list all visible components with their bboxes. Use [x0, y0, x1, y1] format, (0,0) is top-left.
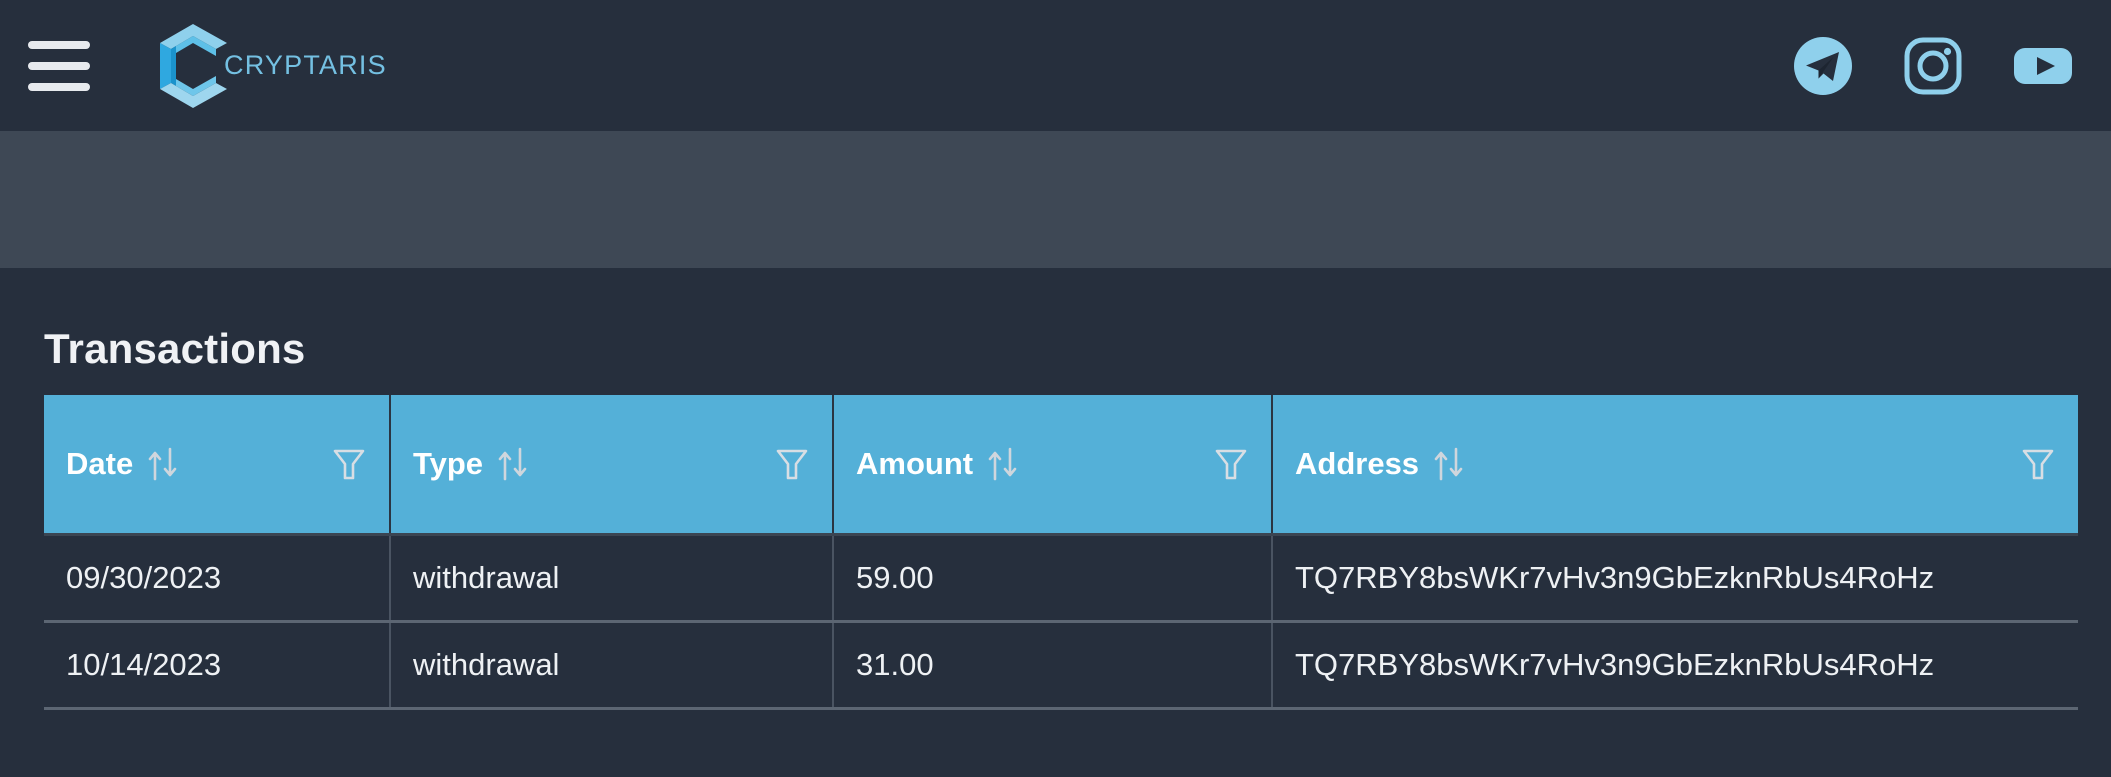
column-header-address[interactable]: Address [1272, 395, 2078, 534]
hamburger-menu-icon[interactable] [28, 38, 90, 94]
youtube-icon [2014, 47, 2072, 84]
transactions-table: Date Type Amount Address 09/30/2023 with… [44, 395, 2078, 710]
column-header-date[interactable]: Date [44, 395, 391, 534]
hamburger-bar [28, 61, 90, 70]
telegram-link[interactable] [1791, 34, 1855, 98]
youtube-link[interactable] [2011, 34, 2075, 98]
sort-updown-icon[interactable] [496, 446, 530, 482]
telegram-icon [1794, 36, 1852, 95]
column-label-date: Date [66, 445, 134, 481]
filter-funnel-icon[interactable] [331, 445, 367, 483]
table-header-row: Date Type Amount Address [44, 395, 2078, 534]
brand-logo[interactable]: CRYPTARIS [154, 23, 387, 109]
main-content: Transactions Date Type Amount Address 09… [0, 268, 2111, 710]
cell-date: 09/30/2023 [44, 532, 391, 623]
instagram-icon [1904, 37, 1962, 94]
cell-address: TQ7RBY8bsWKr7vHv3n9GbEzknRbUs4RoHz [1272, 532, 2078, 623]
cell-type: withdrawal [390, 621, 834, 710]
table-row[interactable]: 10/14/2023 withdrawal 31.00 TQ7RBY8bsWKr… [44, 621, 2078, 710]
filter-funnel-icon[interactable] [774, 445, 810, 483]
cell-address: TQ7RBY8bsWKr7vHv3n9GbEzknRbUs4RoHz [1272, 621, 2078, 710]
brand-name: CRYPTARIS [224, 50, 387, 80]
cell-type: withdrawal [390, 532, 834, 623]
column-header-type[interactable]: Type [390, 395, 834, 534]
cell-date: 10/14/2023 [44, 621, 391, 710]
filter-funnel-icon[interactable] [2020, 445, 2056, 483]
cell-amount: 59.00 [833, 532, 1273, 623]
column-header-amount[interactable]: Amount [833, 395, 1273, 534]
column-label-type: Type [413, 445, 484, 481]
sort-updown-icon[interactable] [1432, 446, 1466, 482]
cell-amount: 31.00 [833, 621, 1273, 710]
sort-updown-icon[interactable] [986, 446, 1020, 482]
filter-funnel-icon[interactable] [1213, 445, 1249, 483]
column-label-amount: Amount [856, 445, 974, 481]
transactions-table-wrapper: Date Type Amount Address 09/30/2023 with… [44, 395, 2078, 710]
sort-updown-icon[interactable] [146, 446, 180, 482]
hamburger-bar [28, 40, 90, 49]
instagram-link[interactable] [1901, 34, 1965, 98]
cryptaris-hexagon-c-logo-icon [160, 23, 227, 108]
column-label-address: Address [1295, 445, 1420, 481]
top-navbar: CRYPTARIS [0, 0, 2111, 131]
table-row[interactable]: 09/30/2023 withdrawal 59.00 TQ7RBY8bsWKr… [44, 532, 2078, 623]
table-body: 09/30/2023 withdrawal 59.00 TQ7RBY8bsWKr… [44, 532, 2078, 710]
hamburger-bar [28, 82, 90, 91]
page-title: Transactions [44, 325, 306, 372]
social-links [1791, 34, 2079, 98]
table-header: Date Type Amount Address [44, 395, 2078, 534]
secondary-toolbar-band [0, 131, 2111, 268]
